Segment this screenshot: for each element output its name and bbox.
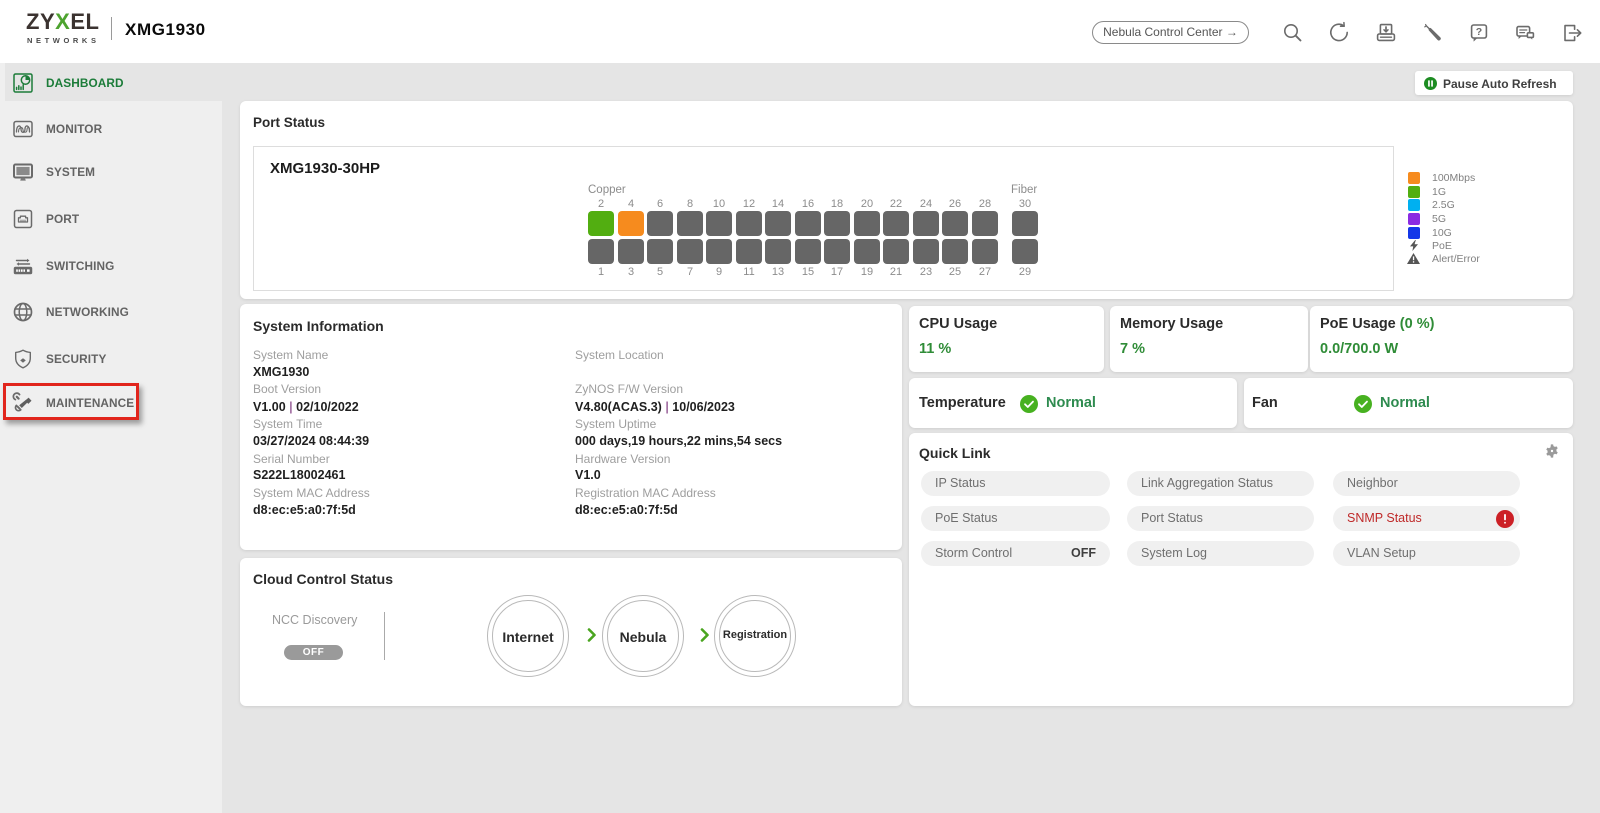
svg-text:?: ? [1476, 26, 1482, 38]
